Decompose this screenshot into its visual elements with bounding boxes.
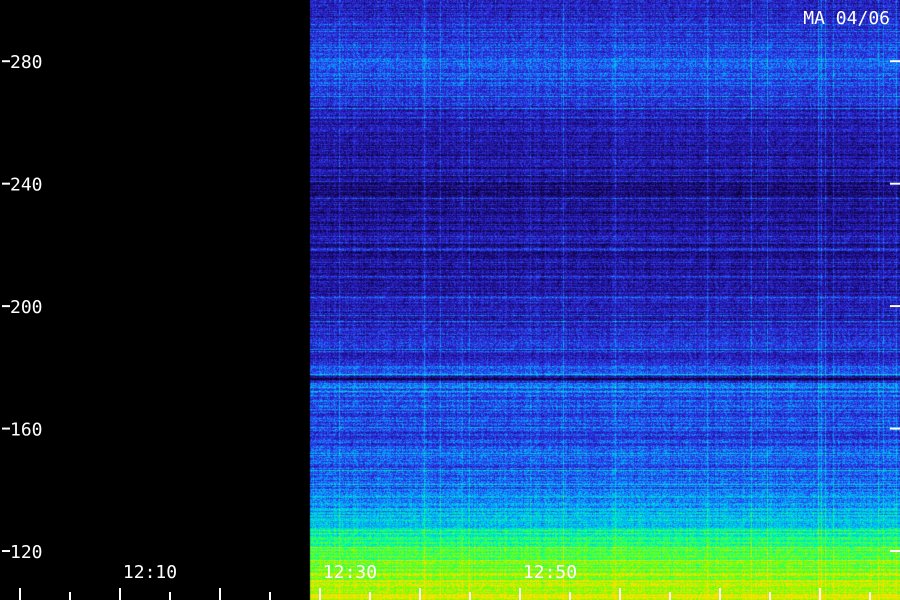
y-tick-label: 160 <box>10 420 43 441</box>
spectrogram-chart: 120 160 200 240 280 12:10 12:30 12:50 MA 04/06 <box>0 0 900 600</box>
y-tick-label: 200 <box>10 297 43 318</box>
x-tick-label: 12:10 <box>123 562 177 583</box>
heatmap-image <box>0 0 900 600</box>
y-tick-label: 120 <box>10 542 43 563</box>
x-tick-label: 12:30 <box>323 562 377 583</box>
y-tick-label: 240 <box>10 175 43 196</box>
x-tick-label: 12:50 <box>523 562 577 583</box>
date-stamp: MA 04/06 <box>803 8 890 29</box>
y-tick-label: 280 <box>10 52 43 73</box>
